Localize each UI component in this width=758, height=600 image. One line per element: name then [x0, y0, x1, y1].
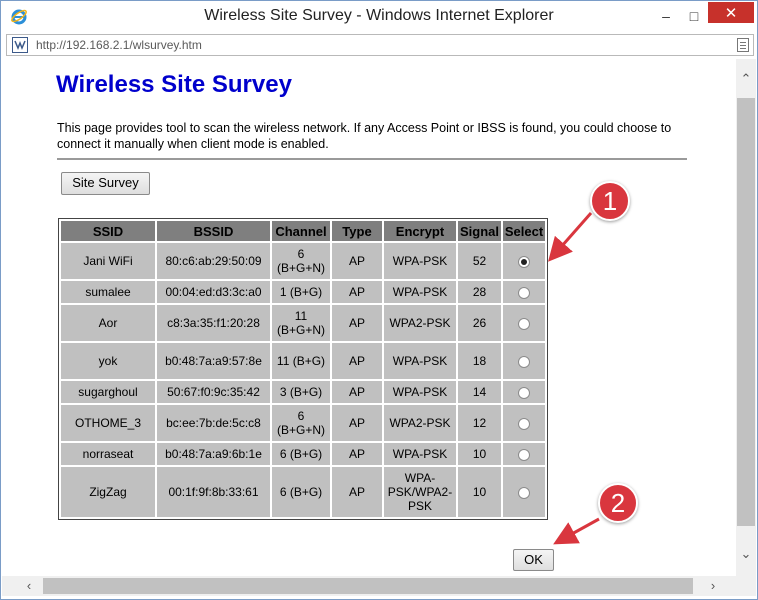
- arrow-step-1: [548, 212, 593, 262]
- browser-window: Wireless Site Survey - Windows Internet …: [0, 0, 758, 600]
- annotation-step-1: 1: [590, 181, 630, 221]
- annotation-step-2: 2: [598, 483, 638, 523]
- arrow-step-2: [553, 517, 600, 545]
- annotation-arrows: [548, 212, 600, 545]
